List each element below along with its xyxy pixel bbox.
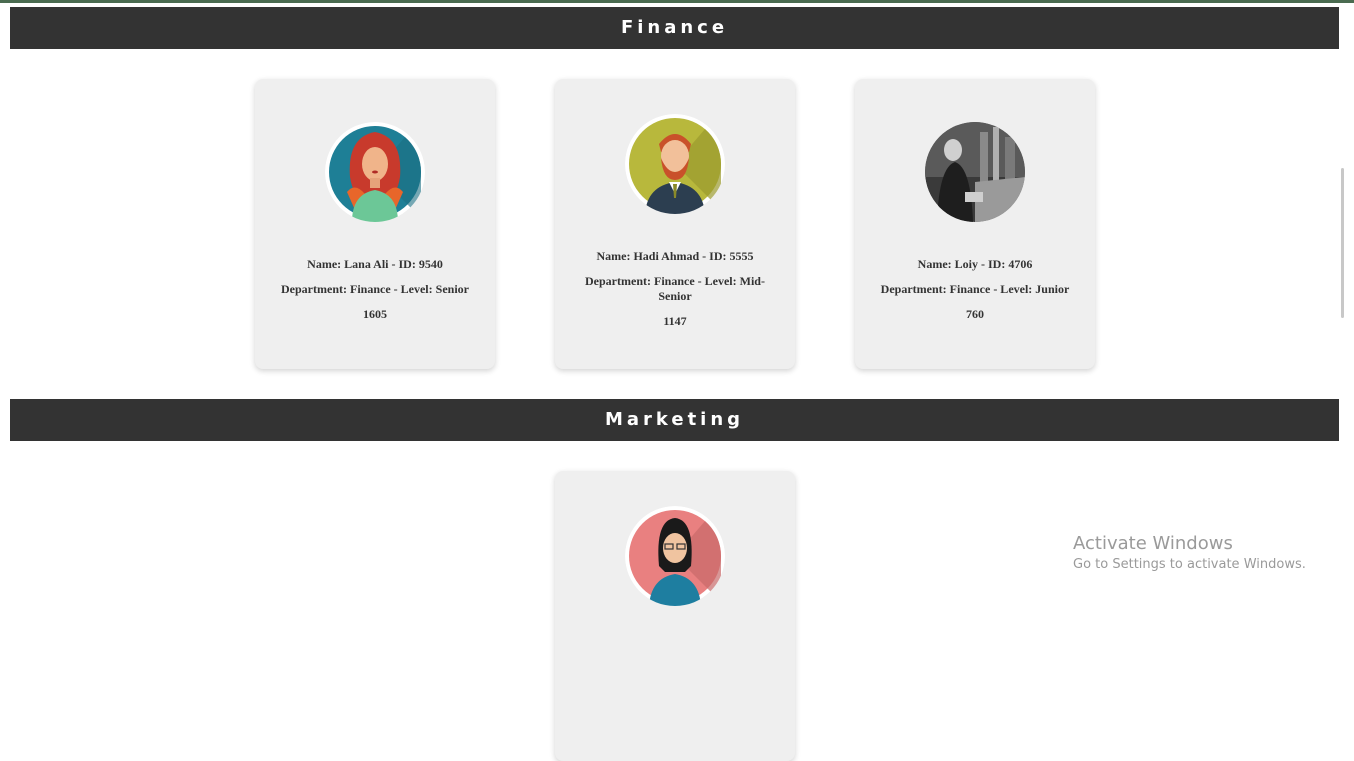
employee-info [575,641,775,651]
watermark-title: Activate Windows [1073,533,1233,554]
employee-info: Name: Loiy - ID: 4706 Department: Financ… [875,257,1075,332]
employee-number: 1147 [663,314,687,328]
section-header-marketing: Marketing [10,399,1339,441]
employee-card[interactable]: Name: Loiy - ID: 4706 Department: Financ… [855,79,1095,369]
woman-glasses-avatar-icon [625,506,725,606]
watermark-subtitle: Go to Settings to activate Windows. [1073,557,1306,572]
employee-card[interactable]: Name: Hadi Ahmad - ID: 5555 Department: … [555,79,795,369]
employee-info: Name: Lana Ali - ID: 9540 Department: Fi… [275,257,475,332]
employee-info: Name: Hadi Ahmad - ID: 5555 Department: … [575,249,775,339]
employee-department-level: Department: Finance - Level: Junior [880,282,1070,296]
woman-red-hair-avatar-icon [325,122,425,222]
employee-name-id: Name: Loiy - ID: 4706 [917,257,1033,271]
employee-card[interactable]: Name: Lana Ali - ID: 9540 Department: Fi… [255,79,495,369]
section-title: Finance [620,17,729,38]
bw-street-photo-avatar [925,122,1025,222]
employee-number: 1605 [363,307,387,321]
vertical-scrollbar[interactable] [1339,3,1354,605]
employee-department-level: Department: Finance - Level: Mid-Senior [585,274,765,303]
employee-number: 760 [966,307,984,321]
scrollbar-thumb[interactable] [1341,168,1344,318]
top-accent-strip [0,0,1354,3]
section-title: Marketing [604,409,745,430]
employee-department-level: Department: Finance - Level: Senior [281,282,469,296]
section-header-finance: Finance [10,7,1339,49]
employee-card[interactable] [555,471,795,761]
employee-name-id: Name: Hadi Ahmad - ID: 5555 [596,249,754,263]
bearded-man-avatar-icon [625,114,725,214]
windows-activation-watermark: Activate Windows Go to Settings to activ… [1073,533,1306,575]
employee-name-id: Name: Lana Ali - ID: 9540 [307,257,443,271]
